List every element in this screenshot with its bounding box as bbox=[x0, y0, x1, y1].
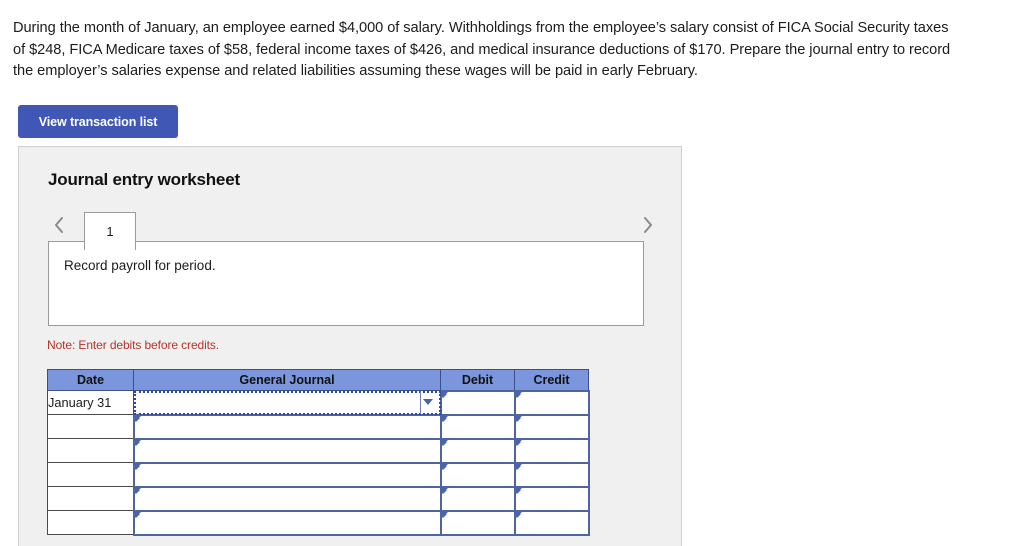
chevron-down-icon[interactable] bbox=[419, 391, 436, 414]
chevron-left-icon[interactable] bbox=[48, 211, 70, 239]
cell-date[interactable] bbox=[47, 510, 134, 535]
table-row bbox=[47, 437, 590, 464]
column-header-date: Date bbox=[47, 369, 134, 391]
cell-credit[interactable] bbox=[513, 509, 590, 536]
cell-debit[interactable] bbox=[439, 389, 516, 416]
column-header-debit: Debit bbox=[440, 369, 515, 391]
cell-debit[interactable] bbox=[439, 461, 516, 488]
cell-general-journal[interactable] bbox=[132, 509, 442, 536]
worksheet-tab-1[interactable]: 1 bbox=[84, 212, 136, 250]
cell-general-journal[interactable] bbox=[132, 413, 442, 440]
table-row: January 31 bbox=[47, 389, 590, 416]
cell-credit[interactable] bbox=[513, 413, 590, 440]
table-row bbox=[47, 509, 590, 536]
cell-credit[interactable] bbox=[513, 389, 590, 416]
problem-statement: During the month of January, an employee… bbox=[13, 20, 951, 79]
cell-credit[interactable] bbox=[513, 437, 590, 464]
table-header-row: Date General Journal Debit Credit bbox=[47, 369, 589, 391]
table-row bbox=[47, 461, 590, 488]
general-journal-table-body: January 31 bbox=[47, 389, 590, 536]
entry-description-text: Record payroll for period. bbox=[64, 258, 216, 273]
cell-date[interactable] bbox=[47, 414, 134, 439]
cell-debit[interactable] bbox=[439, 437, 516, 464]
cell-date[interactable] bbox=[47, 462, 134, 487]
column-header-general-journal: General Journal bbox=[133, 369, 441, 391]
entry-description-box: Record payroll for period. bbox=[48, 241, 644, 326]
general-journal-table: Date General Journal Debit Credit Januar… bbox=[47, 369, 590, 536]
worksheet-tab-1-label: 1 bbox=[106, 224, 114, 239]
cell-credit[interactable] bbox=[513, 461, 590, 488]
cell-date[interactable]: January 31 bbox=[47, 390, 134, 415]
cell-credit[interactable] bbox=[513, 485, 590, 512]
cell-debit[interactable] bbox=[439, 413, 516, 440]
cell-debit[interactable] bbox=[439, 509, 516, 536]
cell-date[interactable] bbox=[47, 486, 134, 511]
table-row bbox=[47, 485, 590, 512]
column-header-credit: Credit bbox=[514, 369, 589, 391]
cell-general-journal[interactable] bbox=[132, 485, 442, 512]
worksheet-title: Journal entry worksheet bbox=[48, 170, 240, 189]
chevron-right-icon[interactable] bbox=[636, 211, 658, 239]
view-transaction-list-button[interactable]: View transaction list bbox=[18, 105, 178, 138]
debits-before-credits-note: Note: Enter debits before credits. bbox=[47, 338, 220, 352]
cell-general-journal[interactable] bbox=[132, 437, 442, 464]
cell-general-journal[interactable] bbox=[132, 461, 442, 488]
cell-debit[interactable] bbox=[439, 485, 516, 512]
journal-entry-worksheet-panel: Journal entry worksheet 1 Record payroll… bbox=[18, 146, 682, 546]
cell-date[interactable] bbox=[47, 438, 134, 463]
cell-general-journal-dropdown[interactable] bbox=[133, 390, 441, 415]
table-row bbox=[47, 413, 590, 440]
